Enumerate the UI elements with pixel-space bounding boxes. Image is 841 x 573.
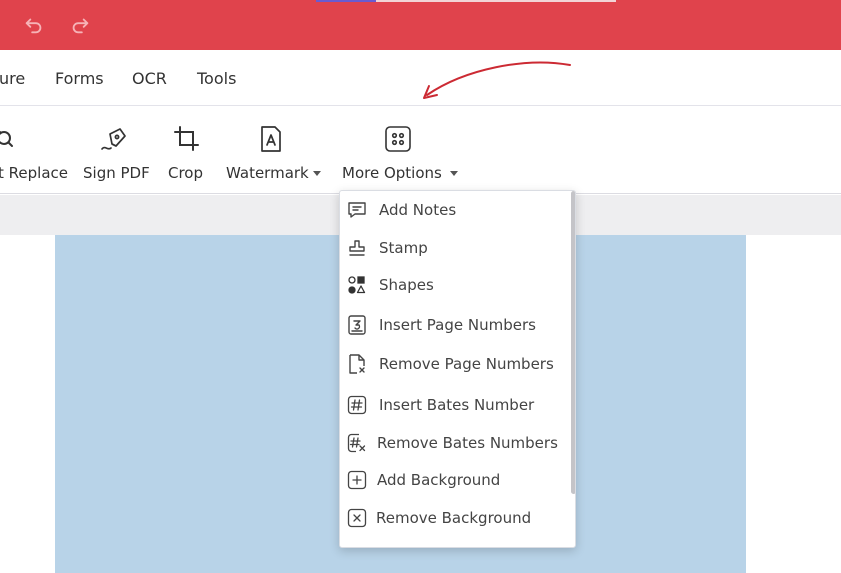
menu-item-signature[interactable]: ure [0,69,25,88]
menu-item-remove-page-numbers[interactable]: Remove Page Numbers [340,347,570,381]
tab-indicator [316,0,376,2]
watermark-dropdown-caret-icon [313,171,321,176]
insert-page-number-icon [348,315,366,335]
remove-background-icon [347,508,367,528]
tab-indicator-secondary [376,0,616,2]
more-options-grid-icon [385,126,411,152]
insert-page-numbers-label: Insert Page Numbers [379,316,536,334]
sign-pdf-button[interactable]: Sign PDF [80,106,152,194]
annotation-arrow-icon [423,61,571,99]
title-bar [0,0,841,50]
menu-item-add-notes[interactable]: Add Notes [340,193,570,227]
menu-item-ocr[interactable]: OCR [132,69,167,88]
redo-button[interactable] [67,12,93,38]
more-options-label: More Options [342,164,442,182]
dropdown-scrollbar[interactable] [571,191,575,494]
menu-item-add-background[interactable]: Add Background [340,463,570,497]
shapes-icon [348,276,366,294]
remove-page-number-icon [349,354,365,374]
remove-background-label: Remove Background [376,509,532,527]
pen-signature-icon [101,128,126,150]
redo-icon [72,18,89,34]
ribbon-toolbar: t Replace Sign PDF Crop Watermark More O… [0,106,841,194]
app-window: ure Forms OCR Tools t Replace Sign PDF C… [0,0,841,573]
menu-item-clipped[interactable] [340,539,570,548]
find-replace-label: t Replace [0,164,68,182]
sign-pdf-label: Sign PDF [83,164,150,182]
undo-button[interactable] [21,12,47,38]
crop-icon [174,126,199,151]
add-notes-label: Add Notes [379,201,457,219]
find-replace-icon [0,131,13,147]
stamp-label: Stamp [379,239,428,257]
more-options-dropdown: Add Notes Stamp Shapes Insert Page Numbe… [339,190,576,548]
remove-bates-numbers-label: Remove Bates Numbers [377,434,558,452]
insert-bates-number-label: Insert Bates Number [379,396,535,414]
remove-bates-icon [347,433,366,453]
menu-item-insert-bates-number[interactable]: Insert Bates Number [340,388,570,422]
menu-item-remove-bates-numbers[interactable]: Remove Bates Numbers [340,426,570,460]
menu-item-remove-background[interactable]: Remove Background [340,501,570,535]
stamp-icon [349,240,365,256]
watermark-label: Watermark [226,164,309,182]
menu-item-tools[interactable]: Tools [197,69,236,88]
remove-page-numbers-label: Remove Page Numbers [379,355,554,373]
find-replace-button[interactable]: t Replace [0,106,70,194]
bates-number-icon [347,395,367,415]
clipped-item-icon [347,546,367,548]
more-options-button[interactable]: More Options [338,106,462,194]
menu-item-shapes[interactable]: Shapes [340,268,570,302]
more-options-dropdown-caret-icon [450,171,458,176]
note-icon [348,202,366,218]
shapes-label: Shapes [379,276,434,294]
menu-item-insert-page-numbers[interactable]: Insert Page Numbers [340,308,570,342]
crop-label: Crop [168,164,204,182]
undo-icon [25,18,42,34]
crop-button[interactable]: Crop [164,106,208,194]
add-background-icon [347,470,367,490]
menu-item-forms[interactable]: Forms [55,69,104,88]
menu-item-stamp[interactable]: Stamp [340,231,570,265]
add-background-label: Add Background [377,471,501,489]
watermark-icon [261,126,281,152]
watermark-button[interactable]: Watermark [222,106,326,194]
